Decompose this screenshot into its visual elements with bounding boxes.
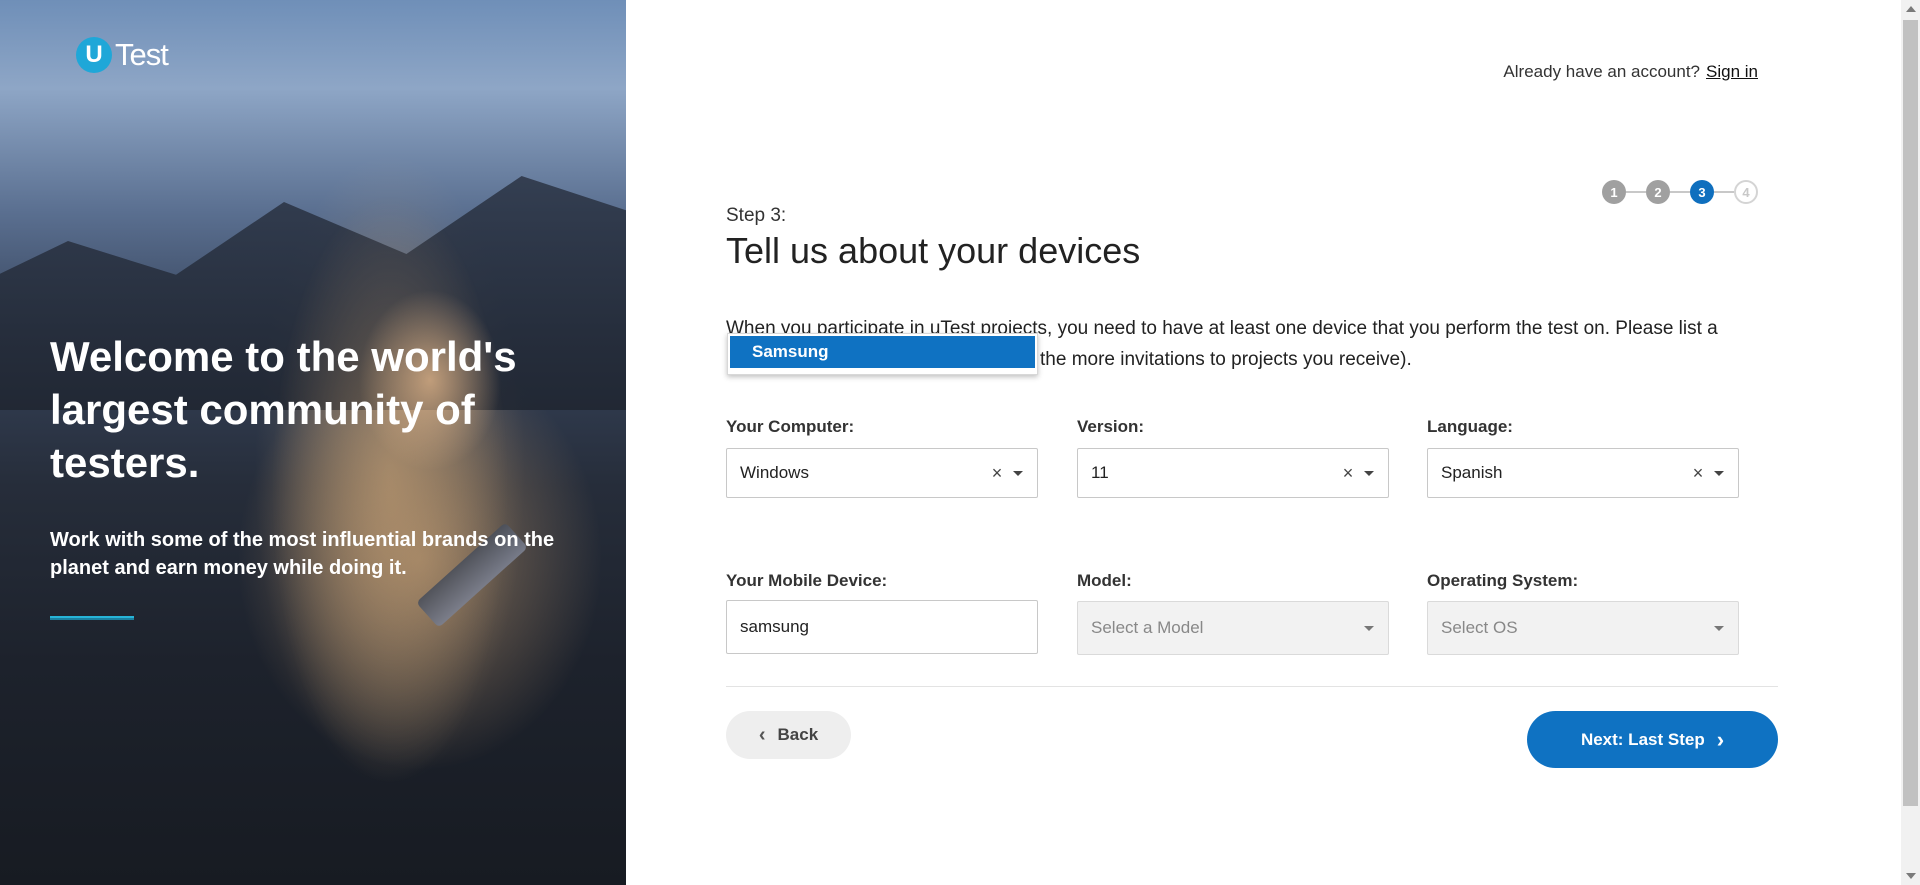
- model-label: Model:: [1077, 571, 1132, 590]
- clear-language-icon[interactable]: ×: [1688, 463, 1708, 484]
- hero-accent-rule: [50, 616, 134, 618]
- logo-text: Test: [115, 37, 169, 72]
- model-placeholder: Select a Model: [1091, 618, 1204, 637]
- sign-in-link[interactable]: Sign in: [1706, 62, 1758, 81]
- chevron-right-icon: ›: [1716, 726, 1725, 752]
- hero-panel: U Test Welcome to the world's largest co…: [0, 0, 626, 885]
- hero-subtitle: Work with some of the most influential b…: [50, 529, 555, 579]
- computer-select[interactable]: Windows ×: [726, 448, 1038, 498]
- page-title: Tell us about your devices: [726, 230, 1141, 271]
- progress-stepper: 1 2 3 4: [1602, 180, 1758, 204]
- language-selected-value: Spanish: [1441, 463, 1503, 482]
- step-2-indicator: 2: [1646, 180, 1670, 204]
- mobile-device-input[interactable]: [726, 600, 1038, 654]
- chevron-down-icon[interactable]: [1013, 470, 1023, 476]
- step-4-indicator: 4: [1734, 180, 1758, 204]
- mobile-device-label: Your Mobile Device:: [726, 571, 888, 590]
- back-button-label: Back: [777, 725, 819, 744]
- model-select[interactable]: Select a Model: [1077, 601, 1389, 655]
- os-label: Operating System:: [1427, 571, 1579, 590]
- account-prompt-text: Already have an account?: [1503, 62, 1701, 81]
- step-1-indicator: 1: [1602, 180, 1626, 204]
- version-selected-value: 11: [1091, 463, 1109, 482]
- version-select[interactable]: 11 ×: [1077, 448, 1389, 498]
- step-label: Step 3:: [726, 205, 787, 226]
- clear-version-icon[interactable]: ×: [1338, 463, 1358, 484]
- form-divider: [726, 686, 1778, 687]
- scroll-down-arrow-icon[interactable]: [1906, 873, 1916, 879]
- computer-selected-value: Windows: [740, 463, 809, 482]
- hero-title: Welcome to the world's largest community…: [50, 333, 517, 486]
- scrollbar-thumb[interactable]: [1903, 20, 1918, 806]
- chevron-down-icon[interactable]: [1714, 625, 1724, 631]
- clear-computer-icon[interactable]: ×: [987, 463, 1007, 484]
- step-3-indicator: 3: [1690, 180, 1714, 204]
- chevron-left-icon: ‹: [758, 723, 766, 746]
- version-label: Version:: [1077, 417, 1145, 436]
- back-button[interactable]: ‹ Back: [726, 711, 851, 759]
- chevron-down-icon[interactable]: [1364, 470, 1374, 476]
- scroll-up-arrow-icon[interactable]: [1906, 6, 1916, 12]
- language-select[interactable]: Spanish ×: [1427, 448, 1739, 498]
- next-button-label: Next: Last Step: [1580, 729, 1705, 749]
- mobile-device-autocomplete: Samsung: [727, 333, 1038, 375]
- autocomplete-option-samsung[interactable]: Samsung: [730, 336, 1035, 368]
- os-placeholder: Select OS: [1441, 618, 1518, 637]
- step-connector: [1714, 191, 1734, 193]
- os-select[interactable]: Select OS: [1427, 601, 1739, 655]
- logo-badge-icon: U: [76, 37, 112, 73]
- chevron-down-icon[interactable]: [1364, 625, 1374, 631]
- utest-logo[interactable]: U Test: [76, 37, 169, 73]
- step-connector: [1626, 191, 1646, 193]
- account-prompt: Already have an account? Sign in: [1503, 62, 1758, 82]
- step-connector: [1670, 191, 1690, 193]
- chevron-down-icon[interactable]: [1714, 470, 1724, 476]
- page-scrollbar[interactable]: [1901, 0, 1920, 885]
- next-last-step-button[interactable]: Next: Last Step ›: [1527, 711, 1778, 768]
- hero-background-figure: [200, 110, 580, 885]
- language-label: Language:: [1427, 417, 1513, 436]
- computer-label: Your Computer:: [726, 417, 855, 436]
